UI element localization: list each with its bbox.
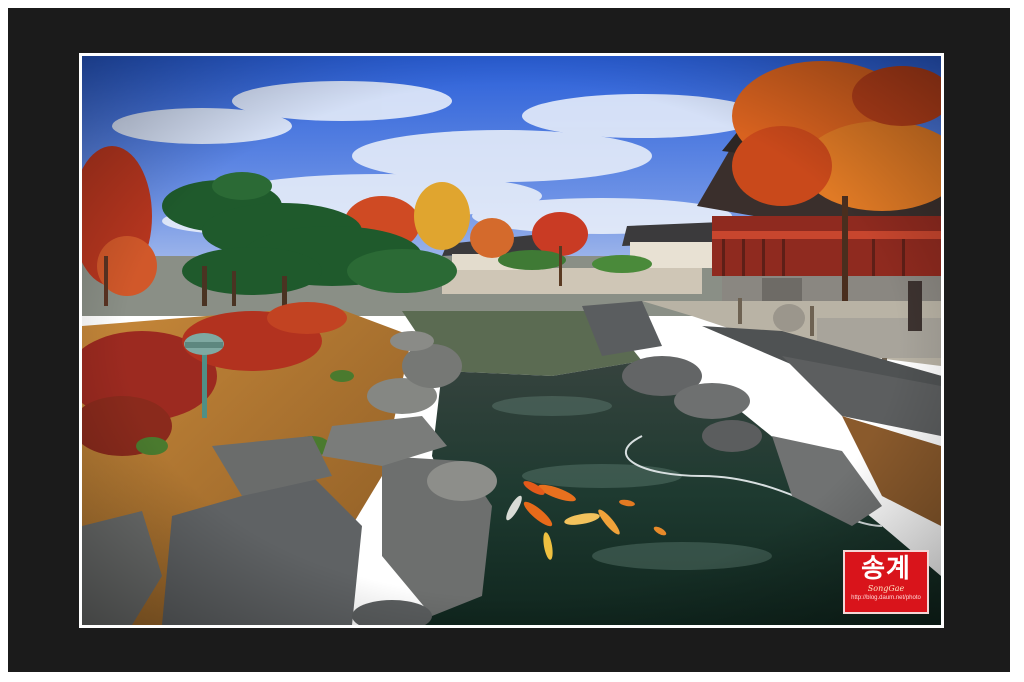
- scene-illustration: [82, 56, 941, 625]
- watermark-subtitle: SongGae: [867, 584, 905, 593]
- watermark-logo: 송계 SongGae http://blog.daum.net/photo: [843, 550, 929, 614]
- watermark-url: http://blog.daum.net/photo: [851, 595, 921, 601]
- photo: [82, 56, 941, 625]
- watermark-title: 송계: [861, 554, 911, 584]
